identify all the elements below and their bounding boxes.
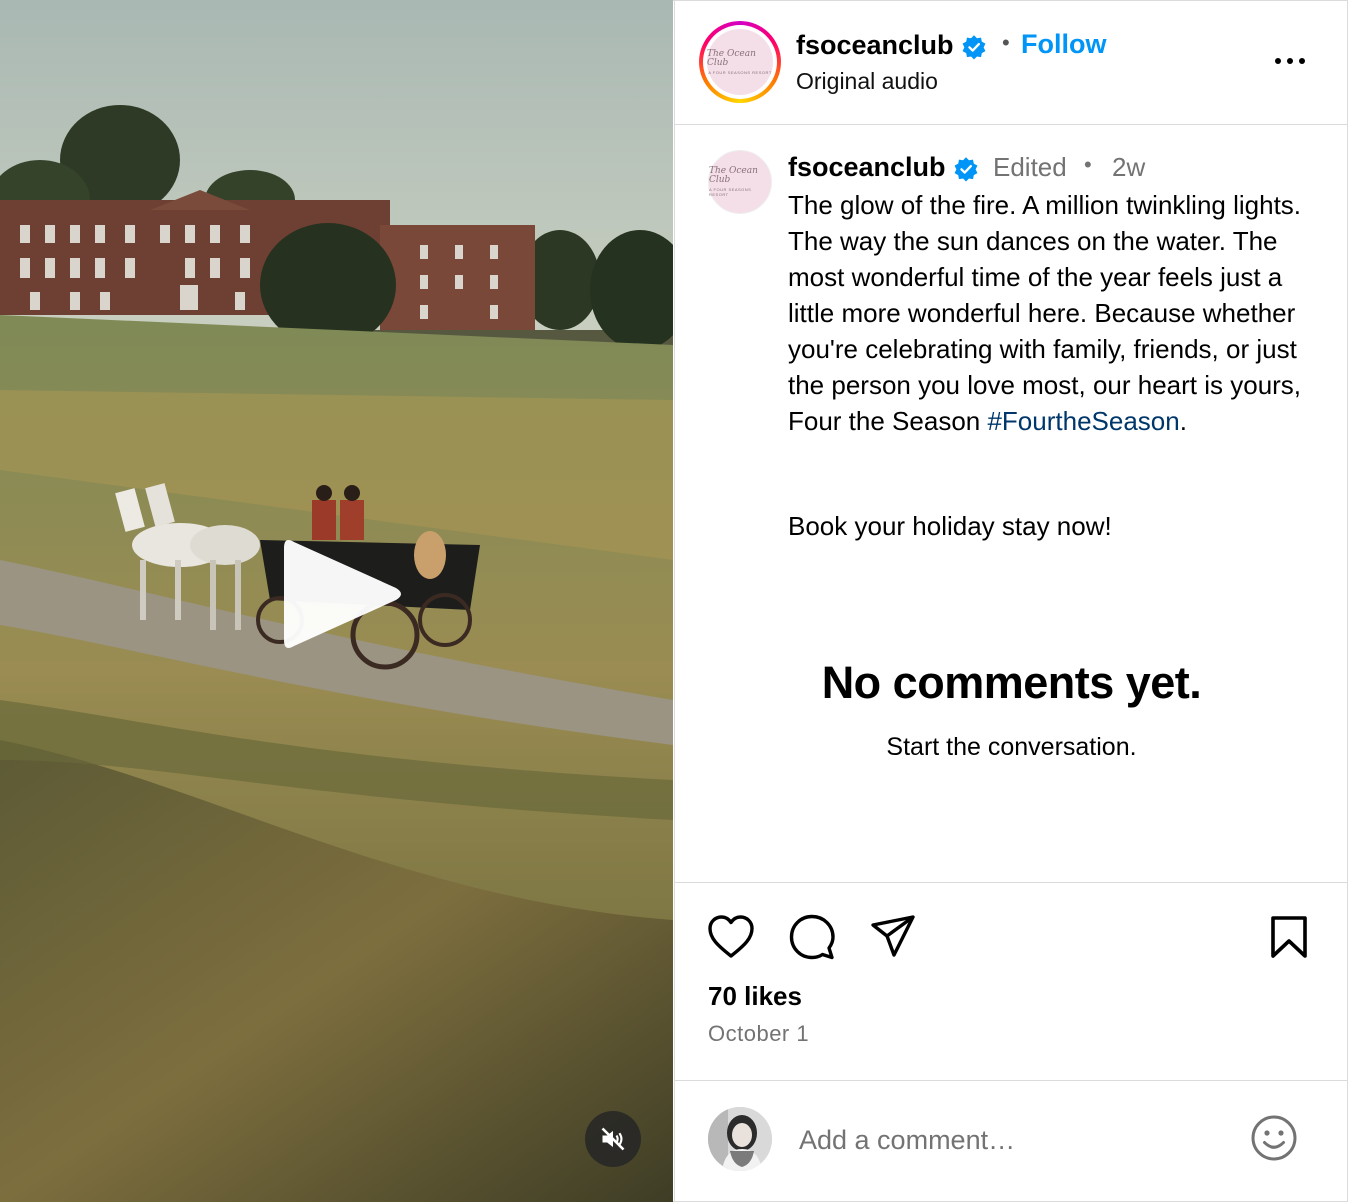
caption-cta: Book your holiday stay now!	[788, 511, 1112, 541]
video-player[interactable]	[0, 0, 673, 1202]
username-text[interactable]: fsoceanclub	[796, 30, 954, 60]
comment-icon[interactable]	[788, 913, 836, 961]
muted-speaker-icon	[601, 1127, 625, 1151]
likes-count[interactable]: 70 likes	[708, 981, 802, 1012]
comment-bar	[675, 1080, 1348, 1204]
comment-input[interactable]	[797, 1117, 1221, 1163]
avatar-inner: The Ocean Club A FOUR SEASONS RESORT	[703, 25, 777, 99]
caption-text: The glow of the fire. A million twinklin…	[788, 187, 1328, 439]
heart-icon[interactable]	[707, 914, 755, 960]
play-button[interactable]	[278, 528, 408, 660]
emoji-icon[interactable]	[1250, 1114, 1298, 1162]
logo-subtext: A FOUR SEASONS RESORT	[708, 69, 772, 75]
separator-dot: •	[1002, 30, 1010, 55]
caption-body: The glow of the fire. A million twinklin…	[788, 190, 1302, 436]
caption-username[interactable]: fsoceanclub	[788, 152, 979, 183]
logo-subtext: A FOUR SEASONS RESORT	[709, 187, 752, 197]
caption-username-text[interactable]: fsoceanclub	[788, 152, 946, 182]
audio-link[interactable]: Original audio	[796, 68, 938, 95]
edited-label: Edited	[993, 152, 1067, 182]
user-photo	[708, 1107, 772, 1171]
no-comments-title: No comments yet.	[821, 657, 1202, 708]
caption-avatar[interactable]: The Ocean Club A FOUR SEASONS RESORT	[708, 150, 772, 214]
post-date[interactable]: October 1	[708, 1021, 809, 1047]
hashtag-link[interactable]: #FourtheSeason	[987, 406, 1179, 436]
verified-badge-icon	[954, 157, 978, 182]
caption-end: .	[1179, 406, 1187, 436]
no-comments-subtitle: Start the conversation.	[886, 733, 1137, 761]
logo-text: The Ocean Club	[709, 166, 758, 185]
follow-button[interactable]: Follow	[1021, 29, 1106, 60]
account-logo: The Ocean Club A FOUR SEASONS RESORT	[707, 29, 773, 95]
avatar[interactable]	[708, 1107, 772, 1171]
share-icon[interactable]	[870, 914, 916, 960]
verified-badge-icon	[962, 35, 986, 60]
play-icon	[284, 540, 401, 648]
header-username[interactable]: fsoceanclub	[796, 30, 987, 61]
separator-dot: •	[1084, 152, 1092, 177]
post-time[interactable]: 2w	[1112, 152, 1145, 183]
post-header: The Ocean Club A FOUR SEASONS RESORT fso…	[675, 0, 1348, 125]
story-ring-avatar[interactable]: The Ocean Club A FOUR SEASONS RESORT	[699, 21, 781, 103]
action-section: 70 likes October 1	[675, 882, 1348, 1203]
bookmark-icon[interactable]	[1270, 915, 1308, 959]
mute-button[interactable]	[585, 1111, 641, 1167]
post-panel: The Ocean Club A FOUR SEASONS RESORT fso…	[674, 0, 1348, 1202]
logo-text: The Ocean Club	[707, 48, 756, 68]
more-icon[interactable]	[1273, 52, 1307, 70]
